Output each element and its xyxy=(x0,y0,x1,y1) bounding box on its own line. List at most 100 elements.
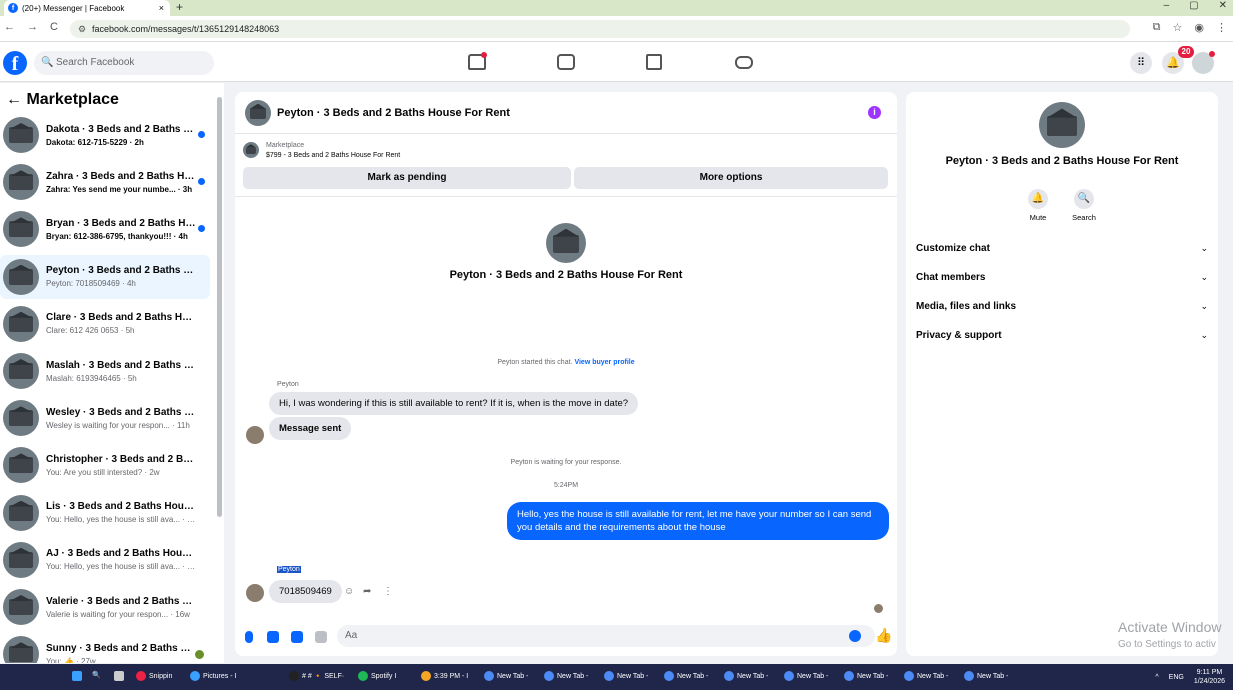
chat-members-row[interactable]: Chat members ⌄ xyxy=(916,272,1208,283)
taskbar-app[interactable]: New Tab - xyxy=(904,671,948,681)
taskbar-app[interactable]: New Tab - xyxy=(664,671,708,681)
unread-dot xyxy=(198,131,205,138)
taskbar-app[interactable]: Pictures - I xyxy=(190,671,236,681)
mute-bell-icon[interactable]: 🔔 xyxy=(1028,189,1048,209)
sender-avatar[interactable] xyxy=(246,584,264,602)
taskbar-app[interactable]: New Tab - xyxy=(544,671,588,681)
activate-windows-watermark: Activate Window xyxy=(1118,619,1222,635)
conversation-item[interactable]: Zahra · 3 Beds and 2 Baths Ho... Zahra: Y… xyxy=(0,160,210,204)
facebook-favicon-icon: f xyxy=(8,3,18,13)
close-window-button[interactable]: ✕ xyxy=(1219,0,1227,11)
conversation-item[interactable]: Dakota · 3 Beds and 2 Baths H... Dakota: … xyxy=(0,113,210,157)
grid-icon[interactable]: ⠿ xyxy=(1130,52,1152,74)
reload-button[interactable]: C xyxy=(50,21,58,33)
listing-thumbnail[interactable] xyxy=(243,142,259,158)
home-notification-dot xyxy=(481,52,487,58)
emoji-icon[interactable] xyxy=(849,630,861,642)
incoming-message[interactable]: Hi, I was wondering if this is still ava… xyxy=(269,392,639,415)
react-emoji-icon[interactable]: ☺ xyxy=(344,586,354,597)
cast-icon[interactable]: ⧉ xyxy=(1153,21,1161,34)
tab-close-icon[interactable]: × xyxy=(159,3,164,13)
chat-avatar[interactable] xyxy=(245,100,271,126)
url-text: facebook.com/messages/t/1365129148248063 xyxy=(92,24,280,34)
taskbar-app[interactable]: New Tab - xyxy=(604,671,648,681)
conversation-item[interactable]: Peyton · 3 Beds and 2 Baths Hou... Peyton… xyxy=(0,254,210,299)
mark-as-pending-button[interactable]: Mark as pending xyxy=(243,167,571,189)
customize-chat-row[interactable]: Customize chat ⌄ xyxy=(916,243,1208,254)
site-info-icon[interactable]: ⚙ xyxy=(78,20,86,38)
maximize-button[interactable]: ▢ xyxy=(1189,0,1198,11)
media-files-links-row[interactable]: Media, files and links ⌄ xyxy=(916,301,1208,312)
taskbar-app[interactable]: New Tab - xyxy=(784,671,828,681)
taskbar-app[interactable]: New Tab - xyxy=(964,671,1008,681)
taskbar-app[interactable]: New Tab - xyxy=(724,671,768,681)
conversation-item[interactable]: AJ · 3 Beds and 2 Baths House F... You: H… xyxy=(0,538,210,582)
url-input[interactable]: ⚙ facebook.com/messages/t/13651291482480… xyxy=(70,20,1130,38)
search-icon[interactable]: 🔍 xyxy=(1074,189,1094,209)
clock[interactable]: 9:11 PM 1/24/2026 xyxy=(1194,668,1225,686)
minimize-button[interactable]: – xyxy=(1164,0,1170,11)
back-button[interactable]: ← xyxy=(4,21,15,33)
gaming-icon[interactable] xyxy=(735,56,753,69)
marketplace-icon[interactable] xyxy=(646,54,662,70)
chat-big-avatar[interactable] xyxy=(546,223,586,263)
app-label: # # 🔸 SELF· xyxy=(302,673,345,680)
language-indicator[interactable]: ENG xyxy=(1169,674,1184,681)
app-icon xyxy=(604,671,614,681)
conversation-item[interactable]: Clare · 3 Beds and 2 Baths Hous... Clare:… xyxy=(0,302,210,346)
privacy-support-row[interactable]: Privacy & support ⌄ xyxy=(916,330,1208,341)
seen-avatar xyxy=(874,604,883,613)
task-view-icon[interactable] xyxy=(114,671,124,681)
taskbar-app[interactable]: New Tab - xyxy=(484,671,528,681)
sidebar-scrollbar[interactable] xyxy=(217,97,222,517)
photo-icon[interactable] xyxy=(267,631,279,643)
start-button[interactable] xyxy=(72,671,82,681)
browser-menu-icon[interactable]: ⋮ xyxy=(1216,21,1227,34)
taskbar-app[interactable]: 3:39 PM - I xyxy=(421,671,468,681)
taskbar-app[interactable]: Spotify I xyxy=(358,671,396,681)
conversation-item[interactable]: Bryan · 3 Beds and 2 Baths Ho... Bryan: 6… xyxy=(0,207,210,251)
incoming-message[interactable]: Message sent xyxy=(269,417,352,440)
conversation-item[interactable]: Valerie · 3 Beds and 2 Baths Hou... Valer… xyxy=(0,585,210,629)
more-actions-icon[interactable]: ⋮ xyxy=(383,586,393,597)
incoming-message[interactable]: 7018509469 xyxy=(269,580,342,603)
taskbar-app[interactable]: Snippin xyxy=(136,671,172,681)
more-options-button[interactable]: More options xyxy=(574,167,888,189)
conversation-name: Maslah · 3 Beds and 2 Baths Ho... xyxy=(46,359,196,371)
view-buyer-profile-link[interactable]: View buyer profile xyxy=(574,359,634,366)
listing-title[interactable]: $799 - 3 Beds and 2 Baths House For Rent xyxy=(266,152,400,159)
sticker-icon[interactable] xyxy=(291,631,303,643)
outgoing-message[interactable]: Hello, yes the house is still available … xyxy=(507,502,889,540)
details-avatar[interactable] xyxy=(1039,102,1085,148)
forward-button[interactable]: → xyxy=(27,21,38,33)
info-icon[interactable]: i xyxy=(868,106,881,119)
microphone-icon[interactable] xyxy=(245,631,253,643)
conversation-item[interactable]: Maslah · 3 Beds and 2 Baths Ho... Maslah:… xyxy=(0,349,210,393)
tray-chevron-icon[interactable]: ^ xyxy=(1155,674,1158,681)
profile-icon[interactable]: ◉ xyxy=(1194,21,1204,34)
bookmark-star-icon[interactable]: ☆ xyxy=(1173,21,1183,34)
search-input[interactable]: 🔍 Search Facebook xyxy=(34,51,214,75)
marketplace-back-title[interactable]: ← Marketplace xyxy=(6,91,119,109)
facebook-logo[interactable]: f xyxy=(3,51,27,75)
browser-tab[interactable]: f (20+) Messenger | Facebook × xyxy=(4,0,170,16)
chat-title[interactable]: Peyton · 3 Beds and 2 Baths House For Re… xyxy=(277,107,510,119)
gif-icon[interactable] xyxy=(315,631,327,643)
conversation-preview: You: Are you still intersted? · 2w xyxy=(46,467,160,477)
taskbar-app[interactable]: New Tab - xyxy=(844,671,888,681)
conversation-avatar xyxy=(3,211,39,248)
video-icon[interactable] xyxy=(557,54,575,70)
reply-icon[interactable]: ➦ xyxy=(363,586,371,597)
conversation-name: Bryan · 3 Beds and 2 Baths Ho... xyxy=(46,217,196,229)
message-input[interactable]: Aa xyxy=(337,625,875,647)
like-icon[interactable]: 👍 xyxy=(875,627,892,644)
conversation-item[interactable]: Wesley · 3 Beds and 2 Baths Ho... Wesley … xyxy=(0,396,210,440)
conversation-item[interactable]: Lis · 3 Beds and 2 Baths House F... You: … xyxy=(0,491,210,535)
conversation-avatar xyxy=(3,400,39,437)
new-tab-button[interactable]: + xyxy=(176,0,183,14)
taskbar-app[interactable]: # # 🔸 SELF· xyxy=(289,671,344,681)
conversation-item[interactable]: Sunny · 3 Beds and 2 Baths H... You: 👍 · … xyxy=(0,632,210,663)
conversation-item[interactable]: Christopher · 3 Beds and 2 Baths... You: … xyxy=(0,443,210,487)
search-icon[interactable]: 🔍 xyxy=(92,671,101,679)
sender-avatar[interactable] xyxy=(246,426,264,444)
